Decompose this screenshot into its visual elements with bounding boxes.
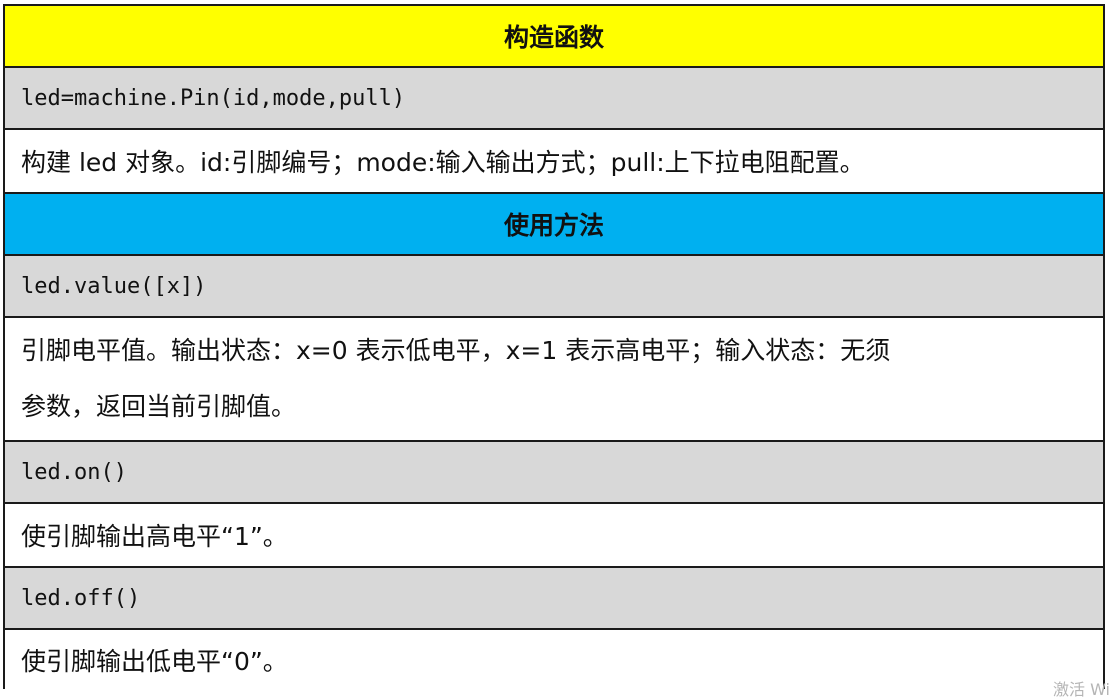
section-header-text: 构造函数 xyxy=(3,4,1105,68)
description-text: 构建 led 对象。id:引脚编号；mode:输入输出方式；pull:上下拉电阻… xyxy=(3,128,1105,194)
code-text: led.value([x]) xyxy=(3,254,1105,318)
description-row-on: 使引脚输出高电平“1”。 xyxy=(3,502,1105,568)
section-header-constructor: 构造函数 xyxy=(3,4,1105,68)
code-text: led.on() xyxy=(3,440,1105,504)
section-header-text: 使用方法 xyxy=(3,192,1105,256)
section-header-usage: 使用方法 xyxy=(3,192,1105,256)
description-text: 使引脚输出低电平“0”。 xyxy=(3,628,1105,689)
code-row-on: led.on() xyxy=(3,440,1105,504)
description-text: 使引脚输出高电平“1”。 xyxy=(3,502,1105,568)
code-row-value: led.value([x]) xyxy=(3,254,1105,318)
api-reference-table: 构造函数 led=machine.Pin(id,mode,pull) 构建 le… xyxy=(3,4,1105,689)
description-row-off: 使引脚输出低电平“0”。 xyxy=(3,628,1105,689)
code-text: led=machine.Pin(id,mode,pull) xyxy=(3,66,1105,130)
code-row-off: led.off() xyxy=(3,566,1105,630)
code-row-pin-constructor: led=machine.Pin(id,mode,pull) xyxy=(3,66,1105,130)
code-text: led.off() xyxy=(3,566,1105,630)
description-cell: 引脚电平值。输出状态：x=0 表示低电平，x=1 表示高电平；输入状态：无须 参… xyxy=(3,316,1105,442)
description-line: 引脚电平值。输出状态：x=0 表示低电平，x=1 表示高电平；输入状态：无须 xyxy=(21,336,891,365)
description-row-pin-constructor: 构建 led 对象。id:引脚编号；mode:输入输出方式；pull:上下拉电阻… xyxy=(3,128,1105,194)
description-row-value: 引脚电平值。输出状态：x=0 表示低电平，x=1 表示高电平；输入状态：无须 参… xyxy=(3,316,1105,442)
description-line: 参数，返回当前引脚值。 xyxy=(21,392,297,421)
activation-watermark: 激活 Wi xyxy=(1052,680,1110,699)
